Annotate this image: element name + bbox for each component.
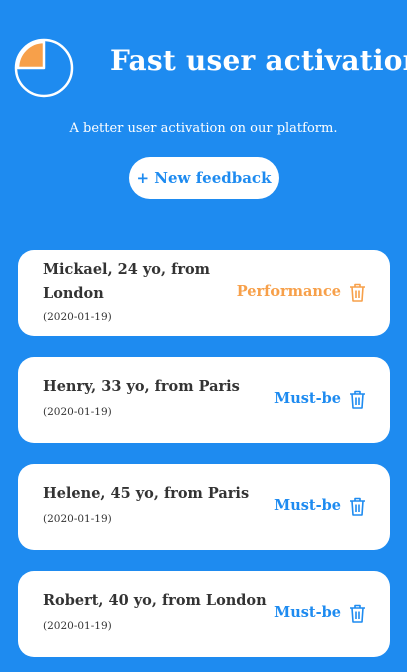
feedback-category: Must-be bbox=[274, 604, 341, 621]
feedback-date: (2020-01-19) bbox=[43, 620, 112, 632]
feedback-card: Robert, 40 yo, from London (2020-01-19) … bbox=[18, 571, 390, 657]
feedback-person: Henry, 33 yo, from Paris bbox=[43, 378, 240, 395]
feedback-card: Henry, 33 yo, from Paris (2020-01-19) Mu… bbox=[18, 357, 390, 443]
pie-chart-icon bbox=[14, 38, 74, 98]
feedback-person: Helene, 45 yo, from Paris bbox=[43, 485, 250, 502]
page-title: Fast user activation bbox=[110, 44, 407, 77]
new-feedback-button[interactable]: + New feedback bbox=[129, 157, 279, 199]
trash-icon[interactable] bbox=[349, 604, 366, 623]
feedback-person: Robert, 40 yo, from London bbox=[43, 592, 267, 609]
feedback-card: Helene, 45 yo, from Paris (2020-01-19) M… bbox=[18, 464, 390, 550]
page-subtitle: A better user activation on our platform… bbox=[69, 121, 338, 136]
trash-icon[interactable] bbox=[349, 390, 366, 409]
feedback-date: (2020-01-19) bbox=[43, 406, 112, 418]
feedback-category: Must-be bbox=[274, 497, 341, 514]
feedback-category: Must-be bbox=[274, 390, 341, 407]
feedback-date: (2020-01-19) bbox=[43, 311, 112, 323]
feedback-person: Mickael, 24 yo, from London bbox=[43, 261, 210, 302]
feedback-card: Mickael, 24 yo, from London (2020-01-19)… bbox=[18, 250, 390, 336]
feedback-category: Performance bbox=[236, 283, 341, 300]
feedback-date: (2020-01-19) bbox=[43, 513, 112, 525]
trash-icon[interactable] bbox=[349, 283, 366, 302]
trash-icon[interactable] bbox=[349, 497, 366, 516]
